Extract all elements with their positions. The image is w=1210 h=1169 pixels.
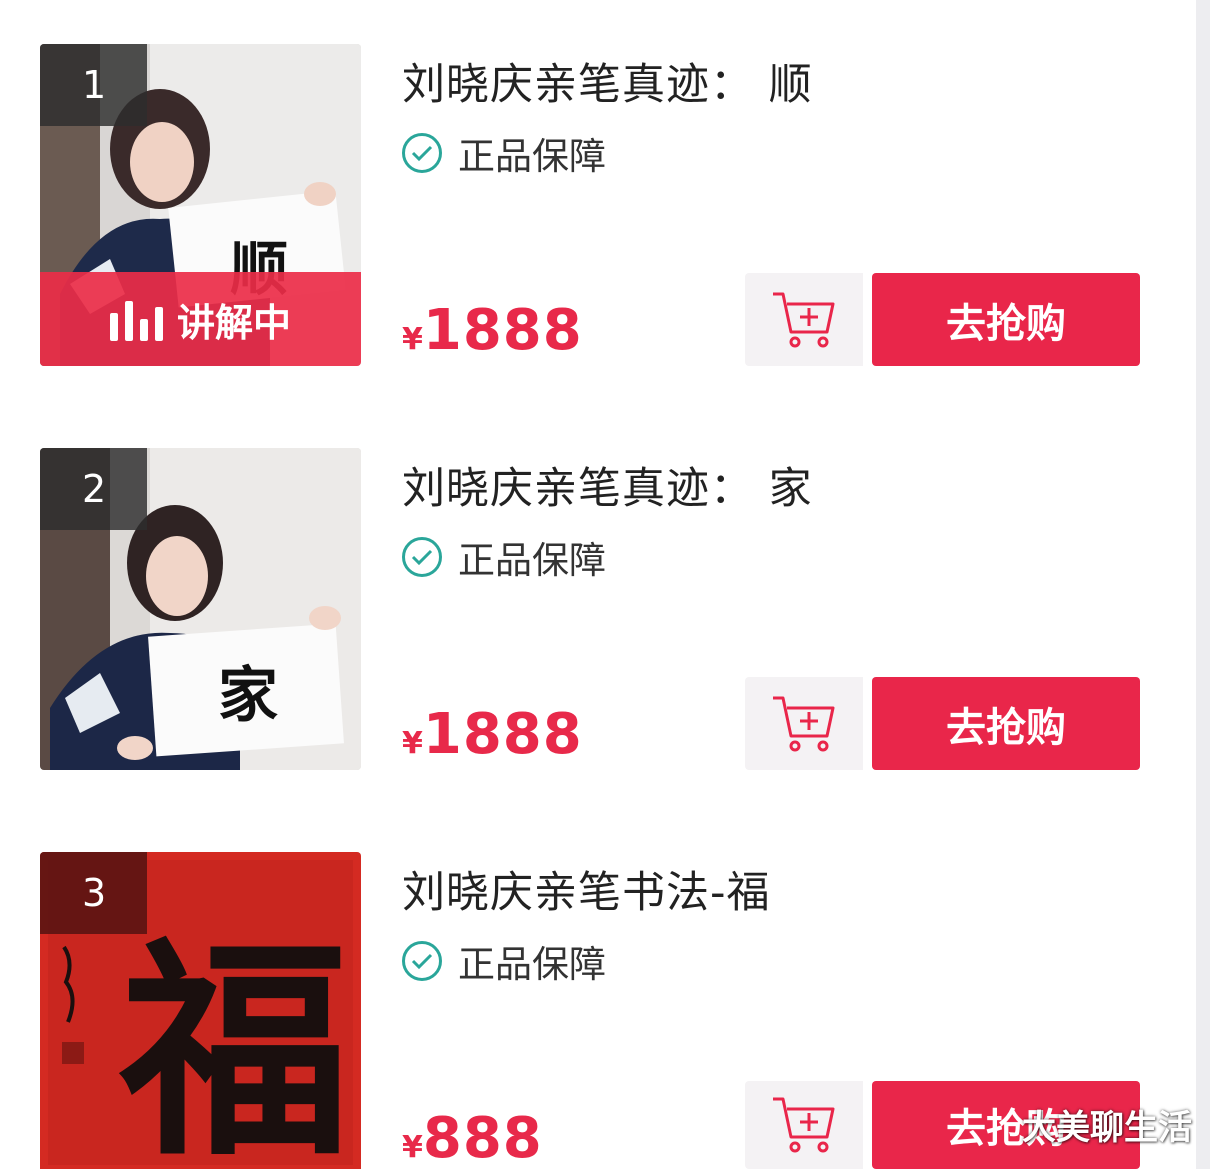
product-title[interactable]: 刘晓庆亲笔真迹： 顺: [402, 50, 813, 112]
artwork-character: 福: [118, 917, 350, 1169]
product-image[interactable]: 家 2: [40, 448, 361, 770]
add-to-cart-button[interactable]: [745, 677, 863, 770]
product-title[interactable]: 刘晓庆亲笔真迹： 家: [402, 454, 813, 516]
equalizer-icon: [109, 297, 163, 341]
guarantee-label: 正品保障: [458, 135, 606, 178]
guarantee-tag: 正品保障: [402, 934, 606, 988]
product-image[interactable]: 福 3: [40, 852, 361, 1169]
guarantee-label: 正品保障: [458, 943, 606, 986]
product-card[interactable]: 家 2 刘晓庆亲笔真迹： 家 正品保障 ¥1888 去抢购: [0, 404, 1196, 808]
product-title[interactable]: 刘晓庆亲笔书法-福: [402, 858, 771, 920]
price-value: 1888: [422, 298, 583, 363]
rank-badge: 2: [40, 448, 147, 530]
add-to-cart-button[interactable]: [745, 1081, 863, 1169]
price-value: 1888: [422, 702, 583, 767]
currency-symbol: ¥: [402, 726, 423, 761]
artwork-character: 家: [218, 661, 278, 731]
buy-now-button[interactable]: 去抢购: [872, 677, 1140, 770]
live-explaining-banner[interactable]: 讲解中: [40, 272, 361, 366]
price-value: 888: [422, 1106, 543, 1169]
guarantee-label: 正品保障: [458, 539, 606, 582]
cart-add-icon: [773, 696, 835, 751]
add-to-cart-button[interactable]: [745, 273, 863, 366]
live-label: 讲解中: [176, 300, 291, 345]
rank-badge: 1: [40, 44, 147, 126]
watermark: 大美聊生活: [1022, 1108, 1192, 1148]
product-image[interactable]: 顺 1 讲解中: [40, 44, 361, 366]
guarantee-tag: 正品保障: [402, 530, 606, 584]
product-card[interactable]: 福 3 刘晓庆亲笔书法-福 正品保障 ¥888 去抢购: [0, 808, 1196, 1169]
product-price: ¥888: [402, 1106, 543, 1169]
guarantee-tag: 正品保障: [402, 126, 606, 180]
cart-add-icon: [773, 1097, 835, 1153]
currency-symbol: ¥: [402, 1130, 423, 1165]
currency-symbol: ¥: [402, 322, 423, 357]
product-list: 顺 1 讲解中 刘晓庆亲笔真迹： 顺 正品保障 ¥1888 去抢购 家 2 刘晓…: [0, 0, 1210, 1169]
product-card[interactable]: 顺 1 讲解中 刘晓庆亲笔真迹： 顺 正品保障 ¥1888 去抢购: [0, 0, 1196, 404]
rank-badge: 3: [40, 852, 147, 934]
scrollbar-track[interactable]: [1196, 0, 1210, 1169]
cart-add-icon: [773, 292, 835, 347]
check-circle-icon: [402, 133, 442, 173]
product-price: ¥1888: [402, 298, 583, 363]
check-circle-icon: [402, 537, 442, 577]
product-price: ¥1888: [402, 702, 583, 767]
check-circle-icon: [402, 941, 442, 981]
buy-now-button[interactable]: 去抢购: [872, 273, 1140, 366]
